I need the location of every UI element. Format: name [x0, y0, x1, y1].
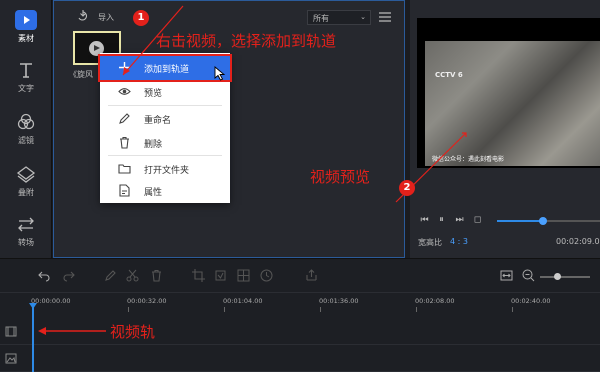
video-track[interactable]	[0, 319, 600, 345]
clock-icon[interactable]	[260, 269, 273, 282]
filter-select[interactable]: 所有 ⌄	[307, 10, 371, 25]
zoom-slider[interactable]	[540, 273, 590, 280]
time-ruler[interactable]: 00:00:00.00 00:00:32.00 00:01:04.00 00:01:3…	[0, 294, 600, 312]
eye-icon	[118, 88, 131, 95]
annotation-step2: 视频预览	[310, 168, 371, 186]
export-icon[interactable]	[305, 269, 318, 282]
menu-item-label: 重命名	[144, 116, 172, 126]
thumbnail-label: 《旋风	[69, 70, 93, 79]
current-time: 00:02:09.02	[556, 237, 600, 246]
split-icon[interactable]	[126, 269, 139, 282]
menu-item-label: 删除	[144, 140, 163, 150]
aspect-ratio-value[interactable]: 4 : 3	[450, 237, 468, 246]
mosaic-icon[interactable]	[237, 269, 250, 282]
zoom-handle[interactable]	[554, 273, 561, 280]
menu-item-rename[interactable]: 重命名	[100, 107, 230, 131]
trash-icon[interactable]	[150, 269, 163, 282]
timeline-panel: 00:00:00.00 00:00:32.00 00:01:04.00 00:01:3…	[0, 258, 600, 372]
aspect-ratio-label: 宽高比	[418, 238, 442, 247]
menu-item-label: 添加到轨道	[144, 65, 190, 75]
menu-item-properties[interactable]: 属性	[100, 179, 230, 203]
step-forward-icon[interactable]: ⏭	[454, 214, 465, 226]
ruler-tick	[416, 307, 417, 312]
channel-watermark: CCTV 6	[435, 71, 463, 79]
pencil-icon	[119, 113, 130, 124]
rail-item-overlay[interactable]: 叠附	[0, 164, 52, 198]
stop-icon[interactable]: ◻	[472, 214, 483, 226]
video-preview[interactable]: CCTV 6 微信公众号：遇此刻看电影	[417, 18, 600, 168]
preview-panel: CCTV 6 微信公众号：遇此刻看电影 ⏮ ⏸ ⏭ ◻ 宽高比 4 : 3 00…	[410, 0, 600, 258]
ruler-tick-label: 00:00:32.00	[127, 297, 167, 305]
trash-icon	[120, 136, 129, 149]
properties-icon	[119, 184, 130, 197]
pause-icon[interactable]: ⏸	[436, 214, 447, 226]
menu-item-delete[interactable]: 删除	[100, 131, 230, 155]
image-track[interactable]	[0, 346, 600, 372]
rail-label-overlay: 叠附	[18, 188, 34, 197]
ruler-tick	[320, 307, 321, 312]
annotation-badge-2: 2	[399, 180, 415, 196]
overlay-icon	[16, 166, 36, 183]
video-caption: 微信公众号：遇此刻看电影	[432, 156, 505, 163]
filter-value: 所有	[313, 14, 329, 23]
chevron-down-icon: ⌄	[360, 13, 366, 21]
import-icon[interactable]	[76, 9, 90, 23]
redo-icon[interactable]	[62, 269, 75, 282]
annotation-step1: 右击视频，选择添加到轨道	[156, 32, 337, 50]
seek-progress	[497, 220, 544, 222]
step-back-icon[interactable]: ⏮	[419, 214, 430, 226]
crop-icon[interactable]	[192, 269, 205, 282]
ruler-tick-label: 00:01:36.00	[319, 297, 359, 305]
rail-item-media[interactable]: 素材	[0, 10, 52, 44]
zoom-out-icon[interactable]	[522, 269, 535, 282]
transition-icon	[18, 217, 34, 232]
list-view-icon[interactable]	[378, 11, 392, 23]
annotation-track: 视频轨	[110, 323, 156, 341]
folder-icon	[118, 164, 131, 174]
rail-item-text[interactable]: 文字	[0, 60, 52, 94]
rail-label-filter: 滤镜	[18, 136, 34, 145]
menu-item-label: 打开文件夹	[144, 166, 190, 176]
rail-label-text: 文字	[18, 84, 34, 93]
ruler-tick	[128, 307, 129, 312]
menu-item-label: 预览	[144, 89, 163, 99]
ruler-tick-label: 00:02:08.00	[415, 297, 455, 305]
seek-bar[interactable]	[497, 217, 600, 225]
menu-item-open-folder[interactable]: 打开文件夹	[100, 157, 230, 181]
context-menu: 添加到轨道 预览 重命名 删除 打开文件夹 属性	[98, 53, 232, 203]
edit-icon[interactable]	[104, 269, 117, 282]
media-toolbar: 导入 所有 ⌄	[54, 1, 404, 31]
ruler-tick	[224, 307, 225, 312]
playhead[interactable]	[32, 303, 34, 372]
seek-handle[interactable]	[539, 217, 548, 225]
plus-icon	[119, 62, 130, 73]
filter-icon	[17, 113, 35, 130]
rail-item-filter[interactable]: 滤镜	[0, 112, 52, 146]
fit-icon[interactable]	[500, 269, 513, 282]
import-button[interactable]: 导入	[98, 12, 114, 23]
menu-item-preview[interactable]: 预览	[100, 80, 230, 104]
tool-rail: 素材 文字 滤镜 叠附 转场	[0, 0, 52, 258]
cursor-icon	[214, 66, 226, 81]
playback-controls: ⏮ ⏸ ⏭ ◻	[410, 212, 600, 230]
text-icon	[20, 63, 32, 78]
menu-divider	[108, 105, 222, 106]
video-frame: CCTV 6	[425, 41, 600, 166]
rotate-icon[interactable]	[214, 269, 227, 282]
image-icon	[5, 353, 17, 364]
annotation-badge-1: 1	[133, 10, 149, 26]
ruler-tick-label: 00:01:04.00	[223, 297, 263, 305]
menu-item-label: 属性	[144, 188, 163, 198]
menu-divider	[108, 155, 222, 156]
ruler-tick-label: 00:02:40.00	[511, 297, 551, 305]
film-icon	[5, 326, 17, 337]
timeline-toolbar	[0, 259, 600, 293]
undo-icon[interactable]	[38, 269, 51, 282]
rail-item-transition[interactable]: 转场	[0, 214, 52, 248]
rail-label-transition: 转场	[18, 238, 34, 247]
media-icon	[15, 10, 37, 30]
rail-label-media: 素材	[18, 34, 34, 43]
menu-item-add-to-track[interactable]: 添加到轨道	[98, 54, 232, 82]
ruler-tick	[512, 307, 513, 312]
